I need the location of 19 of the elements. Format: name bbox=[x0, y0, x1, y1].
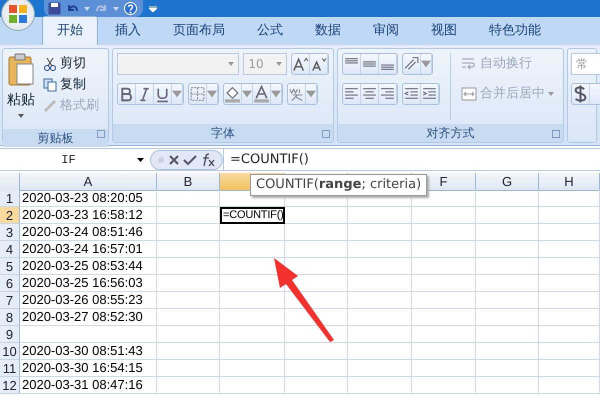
toolbar-button: 合并后居中 bbox=[461, 83, 554, 105]
table-cell: 2020-03-24 08:51:46 bbox=[20, 224, 157, 241]
group-title: 剪贴板 bbox=[3, 129, 108, 147]
toolbar-button: 自动换行 bbox=[461, 53, 554, 75]
group-title: 字体 bbox=[113, 124, 333, 142]
table-cell: 2020-03-27 08:52:30 bbox=[20, 309, 157, 326]
table-cell: 2020-03-23 08:20:05 bbox=[20, 190, 157, 207]
toolbar-button: 格式刷 bbox=[43, 95, 99, 116]
table-cell: 2020-03-25 08:53:44 bbox=[20, 258, 157, 275]
group-title: 对齐方式 bbox=[338, 124, 563, 142]
function-tooltip: COUNTIF(range; criteria) bbox=[250, 174, 428, 196]
table-cell: 2020-03-30 16:54:15 bbox=[20, 360, 157, 377]
table-cell: 2020-03-26 08:55:23 bbox=[20, 292, 157, 309]
font-size-value: 10 bbox=[248, 56, 264, 73]
table-cell: 2020-03-24 16:57:01 bbox=[20, 241, 157, 258]
table-cell: 2020-03-23 16:58:12 bbox=[20, 207, 157, 224]
table-cell: 2020-03-30 08:51:43 bbox=[20, 343, 157, 360]
table-cell: 2020-03-31 08:47:16 bbox=[20, 377, 157, 394]
table-cell: 2020-03-25 16:56:03 bbox=[20, 275, 157, 292]
